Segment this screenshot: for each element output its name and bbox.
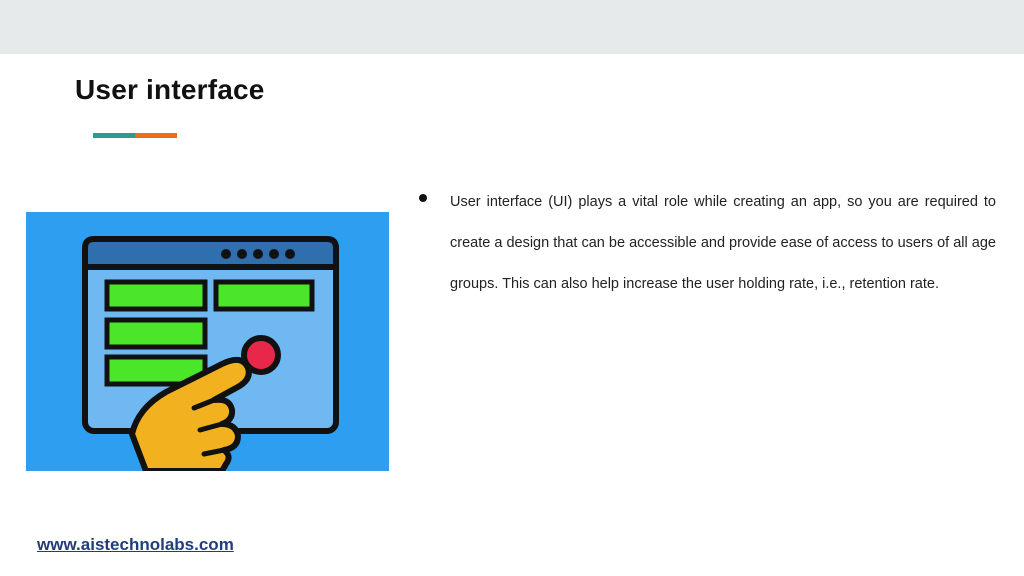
bullet-list: User interface (UI) plays a vital role w…: [415, 182, 996, 305]
title-accent-teal: [93, 133, 135, 138]
top-header-band: [0, 0, 1024, 54]
website-link[interactable]: www.aistechnolabs.com: [37, 535, 234, 555]
bullet-dot-icon: [419, 194, 427, 202]
bullet-item: User interface (UI) plays a vital role w…: [415, 182, 996, 305]
ui-touch-screen-icon: [82, 236, 339, 471]
ui-touch-screen-illustration: [26, 212, 389, 471]
title-accent-orange: [135, 133, 177, 138]
bullet-text: User interface (UI) plays a vital role w…: [450, 194, 996, 292]
slide-title: User interface: [75, 74, 265, 105]
